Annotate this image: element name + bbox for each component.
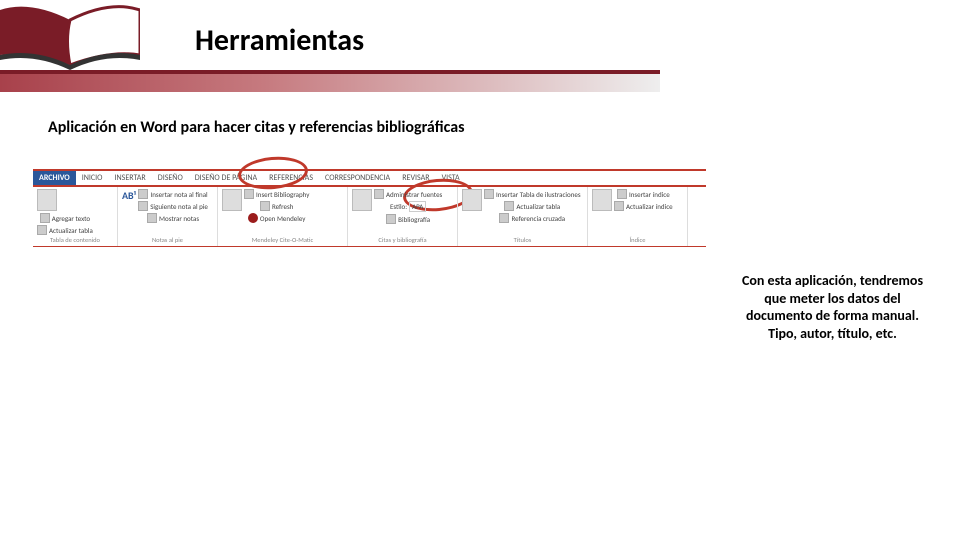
- toc-actualizar[interactable]: Actualizar tabla: [49, 226, 93, 235]
- group-toc-label: Tabla de contenido: [37, 236, 113, 244]
- endnote-icon[interactable]: [138, 189, 148, 199]
- idx-actualizar[interactable]: Actualizar índice: [626, 202, 673, 211]
- mendeley-icon[interactable]: [248, 213, 258, 223]
- group-mendeley: Insert Bibliography Refresh Open Mendele…: [218, 187, 348, 246]
- tab-archivo[interactable]: ARCHIVO: [33, 171, 76, 185]
- group-mendeley-label: Mendeley Cite-O-Matic: [222, 236, 343, 244]
- nota-mostrar[interactable]: Mostrar notas: [159, 214, 199, 223]
- refresh-icon[interactable]: [260, 201, 270, 211]
- insert-caption-icon[interactable]: [462, 189, 482, 211]
- idx-insertar[interactable]: Insertar índice: [629, 190, 670, 199]
- tab-vista[interactable]: VISTA: [436, 173, 466, 183]
- citas-admin[interactable]: Administrar fuentes: [386, 190, 442, 199]
- group-titulos: Insertar Tabla de ilustraciones Actualiz…: [458, 187, 588, 246]
- tab-insertar[interactable]: INSERTAR: [108, 173, 151, 183]
- mendeley-open[interactable]: Open Mendeley: [260, 214, 306, 223]
- show-notes-icon[interactable]: [147, 213, 157, 223]
- group-citas: Administrar fuentes Estilo: APA Bibliogr…: [348, 187, 458, 246]
- citas-estilo-val[interactable]: APA: [409, 201, 426, 212]
- group-titulos-label: Títulos: [462, 236, 583, 244]
- header-gradient: [0, 74, 660, 92]
- mendeley-refresh[interactable]: Refresh: [272, 202, 293, 211]
- book-logo-icon: [0, 0, 140, 78]
- update-index-icon[interactable]: [614, 201, 624, 211]
- group-notas-label: Notas al pie: [122, 236, 213, 244]
- nota-sig[interactable]: Siguiente nota al pie: [150, 202, 208, 211]
- insert-fig-table-icon[interactable]: [484, 189, 494, 199]
- insert-cite-icon[interactable]: [352, 189, 372, 211]
- side-annotation: Con esta aplicación, tendremos que meter…: [740, 272, 925, 342]
- mendeley-bib[interactable]: Insert Bibliography: [256, 190, 309, 199]
- tab-diseno[interactable]: DISEÑO: [152, 173, 189, 183]
- tab-inicio[interactable]: INICIO: [76, 173, 109, 183]
- tab-diseno-pagina[interactable]: DISEÑO DE PÁGINA: [189, 173, 263, 183]
- tit-insertar[interactable]: Insertar Tabla de ilustraciones: [496, 190, 581, 199]
- next-footnote-icon[interactable]: [138, 201, 148, 211]
- subheading: Aplicación en Word para hacer citas y re…: [48, 118, 464, 137]
- group-indice: Insertar índice Actualizar índice Índice: [588, 187, 688, 246]
- tab-revisar[interactable]: REVISAR: [396, 173, 435, 183]
- tit-actualizar[interactable]: Actualizar tabla: [516, 202, 560, 211]
- insert-index-icon[interactable]: [617, 189, 627, 199]
- toc-agregar[interactable]: Agregar texto: [52, 214, 90, 223]
- citas-bib[interactable]: Bibliografía: [398, 215, 430, 224]
- nota-final[interactable]: Insertar nota al final: [150, 190, 207, 199]
- update-fig-table-icon[interactable]: [504, 201, 514, 211]
- citas-estilo-lbl: Estilo:: [390, 202, 407, 211]
- insert-citation-icon[interactable]: [222, 189, 242, 211]
- group-indice-label: Índice: [592, 236, 683, 244]
- page-title: Herramientas: [195, 22, 364, 59]
- tab-correspondencia[interactable]: CORRESPONDENCIA: [319, 173, 396, 183]
- insert-bib-icon[interactable]: [244, 189, 254, 199]
- group-notas: AB¹ Insertar nota al final Siguiente not…: [118, 187, 218, 246]
- ribbon-tabs: ARCHIVO INICIO INSERTAR DISEÑO DISEÑO DE…: [33, 169, 706, 187]
- bibliography-icon[interactable]: [386, 214, 396, 224]
- add-text-icon[interactable]: [40, 213, 50, 223]
- word-ribbon-screenshot: ARCHIVO INICIO INSERTAR DISEÑO DISEÑO DE…: [32, 168, 707, 268]
- footnote-icon[interactable]: AB¹: [122, 189, 136, 223]
- update-table-icon[interactable]: [37, 225, 47, 235]
- group-toc: Agregar texto Actualizar tabla Tabla de …: [33, 187, 118, 246]
- toc-icon[interactable]: [37, 189, 57, 211]
- cross-ref-icon[interactable]: [499, 213, 509, 223]
- mark-entry-icon[interactable]: [592, 189, 612, 211]
- tab-referencias[interactable]: REFERENCIAS: [263, 173, 319, 183]
- manage-sources-icon[interactable]: [374, 189, 384, 199]
- group-citas-label: Citas y bibliografía: [352, 236, 453, 244]
- tit-cruz[interactable]: Referencia cruzada: [511, 214, 565, 223]
